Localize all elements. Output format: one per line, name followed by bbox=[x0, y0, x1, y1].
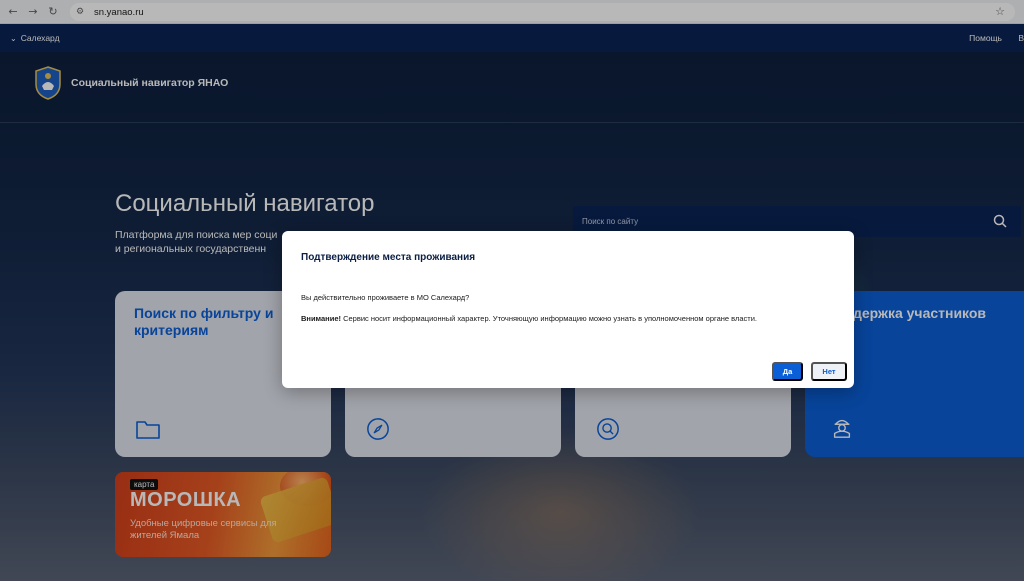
dialog-note: Внимание! Сервис носит информационный ха… bbox=[301, 313, 821, 325]
dialog-note-text: Сервис носит информационный характер. Ут… bbox=[341, 314, 757, 323]
dialog-title: Подтверждение места проживания bbox=[301, 252, 476, 263]
dialog-note-warning: Внимание! bbox=[301, 314, 341, 323]
confirm-no-button[interactable]: Нет bbox=[811, 362, 847, 381]
residence-confirm-dialog: Подтверждение места проживания Вы действ… bbox=[282, 231, 854, 388]
dialog-question: Вы действительно проживаете в МО Салехар… bbox=[301, 293, 470, 302]
confirm-yes-button[interactable]: Да bbox=[772, 362, 803, 381]
